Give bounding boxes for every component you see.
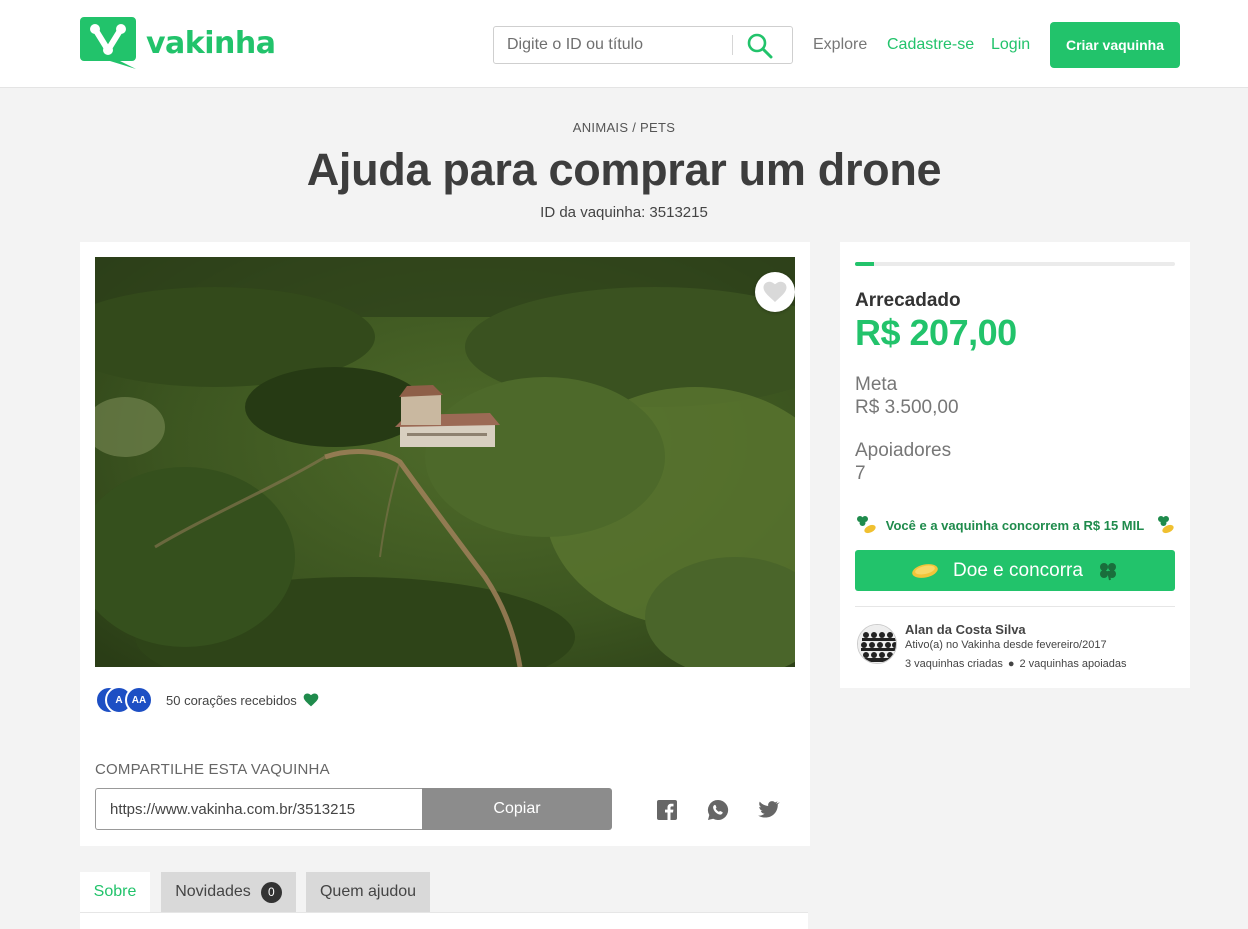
tab-quem-ajudou[interactable]: Quem ajudou (306, 872, 430, 912)
owner-since: Ativo(a) no Vakinha desde fevereiro/2017 (905, 639, 1107, 651)
divider (855, 606, 1175, 607)
logo[interactable]: vakinha (80, 17, 276, 69)
promo-text: Você e a vaquinha concorrem a R$ 15 MIL (885, 517, 1145, 533)
twitter-icon (758, 801, 780, 818)
donate-button[interactable]: Doe e concorra (855, 550, 1175, 591)
raised-label: Arrecadado (855, 290, 961, 311)
progress-fill (855, 262, 874, 266)
owner-created: 3 vaquinhas criadas (905, 658, 1003, 670)
raised-amount: R$ 207,00 (855, 312, 1017, 353)
campaign-category[interactable]: ANIMAIS / PETS (0, 120, 1248, 135)
search-box (493, 26, 793, 64)
donate-label: Doe e concorra (953, 559, 1083, 581)
supporters-label: Apoiadores (855, 440, 952, 461)
campaign-card: A A AA 50 corações recebidos COMPARTILHE… (80, 242, 810, 846)
favorite-button[interactable] (755, 272, 795, 312)
create-campaign-button[interactable]: Criar vaquinha (1050, 22, 1180, 68)
owner-name[interactable]: Alan da Costa Silva (905, 622, 1026, 637)
avatar: AA (125, 686, 153, 714)
owner-supported: 2 vaquinhas apoiadas (1019, 658, 1127, 670)
clover-icon (1157, 516, 1174, 534)
clover-icon (857, 516, 876, 534)
goal-label: Meta (855, 374, 898, 395)
tab-label: Novidades (175, 883, 251, 900)
search-divider (732, 35, 733, 55)
tab-label: Quem ajudou (319, 883, 417, 900)
share-facebook-button[interactable] (656, 799, 678, 821)
hearts-row: A A AA 50 corações recebidos (95, 685, 319, 715)
site-header: vakinha Explore Cadastre-se Login Criar … (0, 0, 1248, 88)
share-url-field[interactable] (95, 788, 423, 830)
goal-amount: R$ 3.500,00 (855, 397, 959, 418)
campaign-image (95, 257, 795, 667)
copy-button[interactable]: Copiar (422, 788, 612, 830)
owner-stats: 3 vaquinhas criadas ● 2 vaquinhas apoiadas (905, 658, 1127, 670)
nav-login-link[interactable]: Login (991, 36, 1030, 54)
separator-dot: ● (1007, 658, 1015, 670)
share-label: COMPARTILHE ESTA VAQUINHA (95, 761, 330, 778)
count-badge: 0 (260, 881, 282, 903)
whatsapp-icon (707, 799, 729, 820)
heart-icon (303, 693, 319, 707)
tab-content (80, 912, 808, 929)
owner-avatar[interactable] (857, 624, 897, 664)
nav-signup-link[interactable]: Cadastre-se (887, 36, 974, 54)
tab-novidades[interactable]: Novidades 0 (161, 872, 296, 912)
search-icon (747, 33, 773, 59)
tab-label: Sobre (93, 883, 137, 900)
page-title: Ajuda para comprar um drone (306, 144, 942, 195)
coin-icon (912, 563, 938, 578)
hearts-count: 50 corações recebidos (166, 692, 297, 708)
brand-name: vakinha (146, 25, 276, 61)
nav-explore-link[interactable]: Explore (813, 36, 867, 54)
share-whatsapp-button[interactable] (707, 799, 729, 821)
heart-icon (763, 281, 787, 302)
logo-v-icon (80, 17, 136, 69)
clover-icon (1099, 562, 1116, 580)
search-button[interactable] (746, 33, 774, 59)
share-twitter-button[interactable] (758, 799, 780, 821)
campaign-id: ID da vaquinha: 3513215 (540, 204, 708, 221)
supporter-avatars: A A AA (95, 685, 155, 715)
supporters-count: 7 (855, 463, 866, 484)
facebook-icon (657, 800, 677, 820)
donation-panel: Arrecadado R$ 207,00 Meta R$ 3.500,00 Ap… (840, 242, 1190, 688)
search-input[interactable] (495, 28, 731, 62)
funding-progress-bar (855, 262, 1175, 266)
promo-banner: Você e a vaquinha concorrem a R$ 15 MIL (855, 514, 1175, 536)
tab-sobre[interactable]: Sobre (80, 872, 150, 912)
